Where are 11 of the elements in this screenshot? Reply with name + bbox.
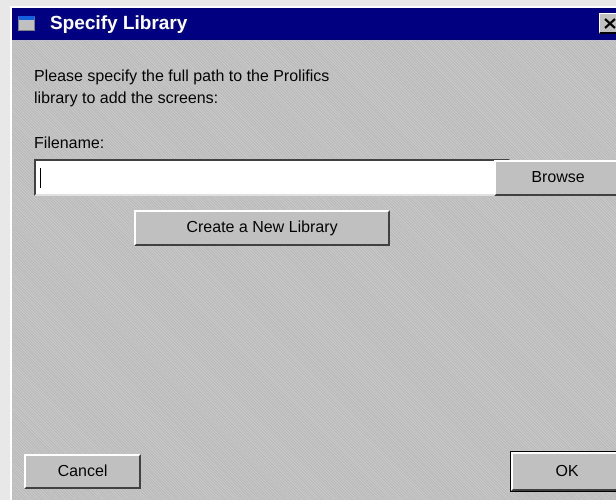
close-button[interactable] bbox=[599, 13, 616, 34]
browse-button[interactable]: Browse bbox=[494, 160, 616, 196]
create-library-button[interactable]: Create a New Library bbox=[134, 210, 390, 246]
close-icon bbox=[604, 18, 616, 28]
cancel-button[interactable]: Cancel bbox=[24, 454, 141, 489]
ok-button[interactable]: OK bbox=[511, 452, 616, 491]
instruction-text: Please specify the full path to the Prolifics library to add the screens: bbox=[34, 67, 330, 109]
window-title: Specify Library bbox=[50, 12, 188, 36]
filename-field[interactable] bbox=[34, 159, 510, 196]
field-label: Filename: bbox=[34, 134, 104, 154]
window-icon bbox=[18, 16, 35, 31]
